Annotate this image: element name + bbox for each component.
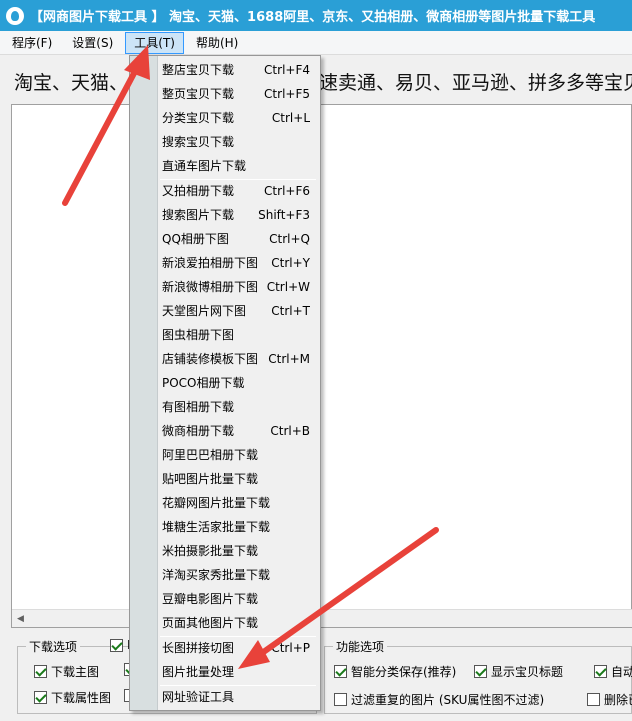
menu-item-buyer-show[interactable]: 洋淘买家秀批量下载 (132, 563, 318, 587)
checkbox-icon[interactable] (110, 638, 123, 652)
menu-item-page-other[interactable]: 页面其他图片下载 (132, 611, 318, 635)
menu-item-url-verify[interactable]: 网址验证工具 (132, 685, 318, 709)
menu-item-poco[interactable]: POCO相册下载 (132, 371, 318, 395)
supported-platforms-banner: 淘宝、天猫、 速卖通、易贝、亚马逊、拼多多等宝贝 (14, 68, 632, 95)
checkbox-icon[interactable] (474, 665, 487, 678)
tools-dropdown-menu: 整店宝贝下载 Ctrl+F4 整页宝贝下载 Ctrl+F5 分类宝贝下载 Ctrl+L… (129, 55, 321, 711)
delete-checkbox[interactable]: 删除已 (587, 691, 632, 708)
filter-duplicate-checkbox[interactable]: 过滤重复的图片 (SKU属性图不过滤) (334, 691, 544, 708)
menu-item-ad-image-download[interactable]: 直通车图片下载 (132, 154, 318, 178)
menu-item-page-download[interactable]: 整页宝贝下载 Ctrl+F5 (132, 82, 318, 106)
menu-bar: 程序(F) 设置(S) 工具(T) 帮助(H) (0, 31, 632, 55)
function-options-title: 功能选项 (333, 638, 388, 655)
title-bar: 【网商图片下载工具 】 淘宝、天猫、1688阿里、京东、又拍相册、微商相册等图片… (0, 0, 632, 31)
show-title-label: 显示宝贝标题 (491, 665, 564, 679)
menu-item-batch-process[interactable]: 图片批量处理 (132, 660, 318, 684)
menu-item-shop-download[interactable]: 整店宝贝下载 Ctrl+F4 (132, 58, 318, 82)
checkbox-icon[interactable] (34, 691, 47, 704)
menu-item-shop-template[interactable]: 店铺装修模板下图 Ctrl+M (132, 347, 318, 371)
delete-label: 删除已 (604, 693, 632, 707)
menu-item-tuchong[interactable]: 图虫相册下图 (132, 323, 318, 347)
menu-tools[interactable]: 工具(T) (125, 31, 184, 54)
auto-checkbox[interactable]: 自动 (594, 663, 632, 680)
checkbox-icon[interactable] (587, 693, 600, 706)
auto-label: 自动 (611, 665, 632, 679)
download-attr-image-checkbox[interactable]: 下载属性图 (34, 689, 111, 706)
menu-item-weishang[interactable]: 微商相册下载 Ctrl+B (132, 419, 318, 443)
menu-item-alibaba[interactable]: 阿里巴巴相册下载 (132, 443, 318, 467)
smart-category-save-checkbox[interactable]: 智能分类保存(推荐) (334, 663, 456, 680)
menu-item-mipai[interactable]: 米拍摄影批量下载 (132, 539, 318, 563)
checkbox-icon[interactable] (594, 665, 607, 678)
menu-item-duitang[interactable]: 堆糖生活家批量下载 (132, 515, 318, 539)
checkbox-icon[interactable] (334, 693, 347, 706)
download-main-image-checkbox[interactable]: 下载主图 (34, 663, 99, 680)
checkbox-icon[interactable] (334, 665, 347, 678)
menu-help[interactable]: 帮助(H) (188, 32, 246, 54)
download-attr-image-label: 下载属性图 (51, 691, 112, 705)
banner-left-text: 淘宝、天猫、 (14, 72, 129, 94)
scroll-left-arrow-icon[interactable]: ◀ (12, 610, 29, 627)
menu-item-qq-album[interactable]: QQ相册下图 Ctrl+Q (132, 227, 318, 251)
menu-settings[interactable]: 设置(S) (64, 32, 121, 54)
smart-category-save-label: 智能分类保存(推荐) (351, 665, 457, 679)
app-logo-icon (6, 6, 24, 25)
download-options-title: 下载选项 (26, 638, 81, 655)
menu-item-upai-album[interactable]: 又拍相册下载 Ctrl+F6 (132, 179, 318, 203)
download-main-image-label: 下载主图 (51, 665, 100, 679)
window-title: 【网商图片下载工具 】 淘宝、天猫、1688阿里、京东、又拍相册、微商相册等图片… (30, 10, 596, 25)
menu-item-tieba[interactable]: 贴吧图片批量下载 (132, 467, 318, 491)
menu-program[interactable]: 程序(F) (4, 32, 60, 54)
menu-item-search-image[interactable]: 搜索图片下载 Shift+F3 (132, 203, 318, 227)
menu-item-sina-weibo[interactable]: 新浪微博相册下图 Ctrl+W (132, 275, 318, 299)
menu-item-douban[interactable]: 豆瓣电影图片下载 (132, 587, 318, 611)
show-title-checkbox[interactable]: 显示宝贝标题 (474, 663, 563, 680)
menu-item-category-download[interactable]: 分类宝贝下载 Ctrl+L (132, 106, 318, 130)
filter-duplicate-label: 过滤重复的图片 (SKU属性图不过滤) (351, 693, 545, 707)
horizontal-scrollbar[interactable]: ◀ (12, 609, 632, 627)
menu-item-huaban[interactable]: 花瓣网图片批量下载 (132, 491, 318, 515)
menu-item-long-image[interactable]: 长图拼接切图 Ctrl+P (132, 636, 318, 660)
menu-item-ivsky[interactable]: 天堂图片网下图 Ctrl+T (132, 299, 318, 323)
banner-right-text: 速卖通、易贝、亚马逊、拼多多等宝贝 (319, 72, 632, 94)
menu-item-search-download[interactable]: 搜索宝贝下载 (132, 130, 318, 154)
checkbox-icon[interactable] (34, 665, 47, 678)
url-input-area[interactable] (11, 104, 632, 628)
menu-item-sina-aipai[interactable]: 新浪爱拍相册下图 Ctrl+Y (132, 251, 318, 275)
menu-item-youtu[interactable]: 有图相册下载 (132, 395, 318, 419)
